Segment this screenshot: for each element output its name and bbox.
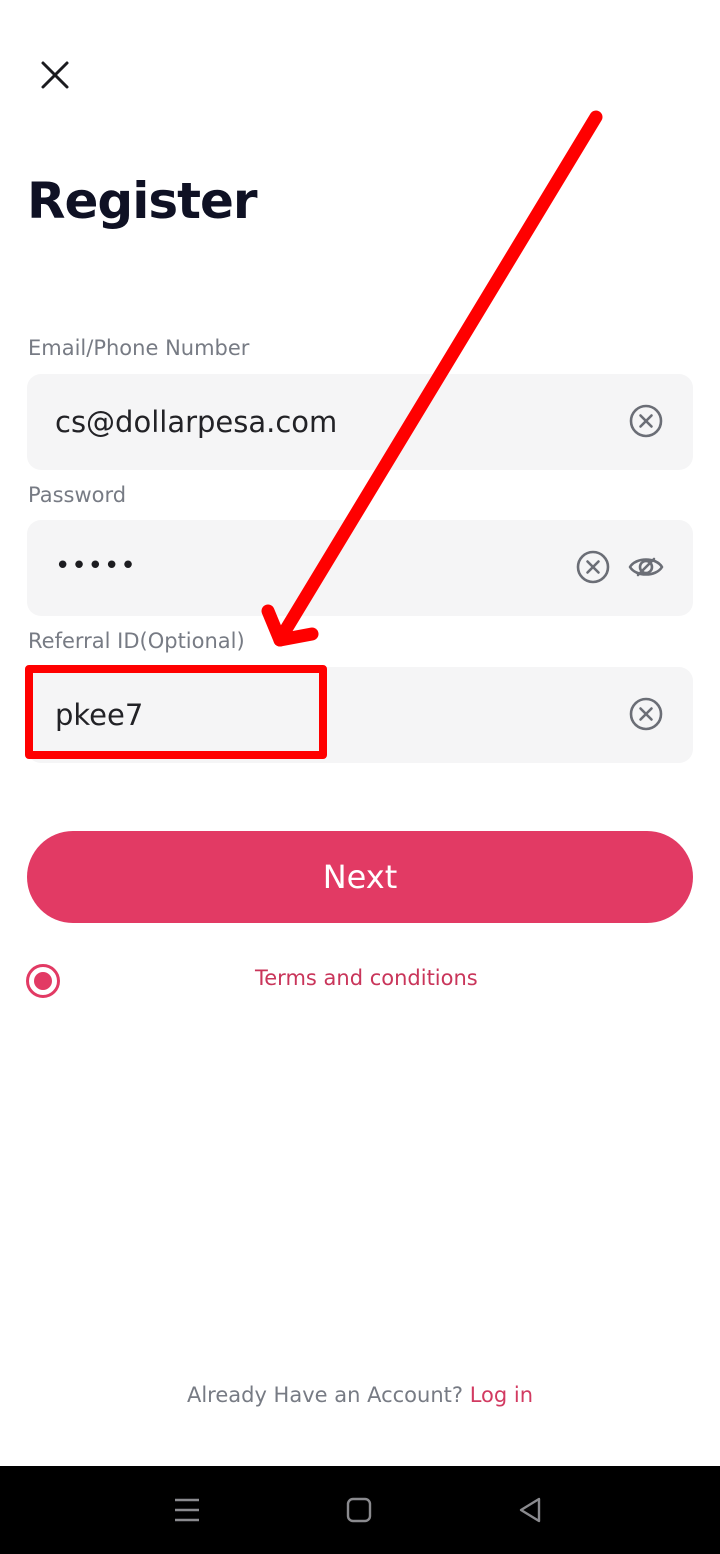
password-value[interactable]: ••••• [55,520,137,616]
system-navigation-bar [0,1466,720,1554]
password-field[interactable]: ••••• [27,520,693,616]
terms-radio[interactable] [26,964,60,998]
page-title: Register [27,172,258,230]
next-button[interactable]: Next [27,831,693,923]
annotation-arrow-icon [261,110,603,647]
referral-label: Referral ID(Optional) [28,629,245,653]
nav-home-button[interactable] [341,1492,377,1528]
close-icon [41,61,69,89]
referral-clear-button[interactable] [627,695,665,733]
clear-circle-icon [629,697,663,731]
eye-off-icon [628,557,664,577]
email-field[interactable]: cs@dollarpesa.com [27,374,693,470]
password-label: Password [28,483,127,507]
login-prompt-text: Already Have an Account? [186,1383,464,1407]
terms-link[interactable]: Terms and conditions [255,966,478,990]
menu-icon [175,1498,199,1522]
nav-menu-button[interactable] [169,1492,205,1528]
password-clear-button[interactable] [574,548,612,586]
referral-value[interactable]: pkee7 [55,667,143,763]
login-prompt: Already Have an Account? Log in [0,1383,720,1407]
email-value[interactable]: cs@dollarpesa.com [55,374,337,470]
email-label: Email/Phone Number [28,336,250,360]
radio-selected-dot [34,972,52,990]
clear-circle-icon [629,404,663,438]
referral-field[interactable]: pkee7 [27,667,693,763]
register-screen: Register Email/Phone Number cs@dollarpes… [0,0,720,1554]
email-clear-button[interactable] [627,402,665,440]
nav-back-button[interactable] [512,1492,548,1528]
close-button[interactable] [30,50,80,100]
login-link[interactable]: Log in [470,1383,533,1407]
back-triangle-icon [519,1497,541,1523]
clear-circle-icon [576,550,610,584]
home-square-icon [346,1497,372,1523]
password-visibility-toggle[interactable] [627,548,665,586]
